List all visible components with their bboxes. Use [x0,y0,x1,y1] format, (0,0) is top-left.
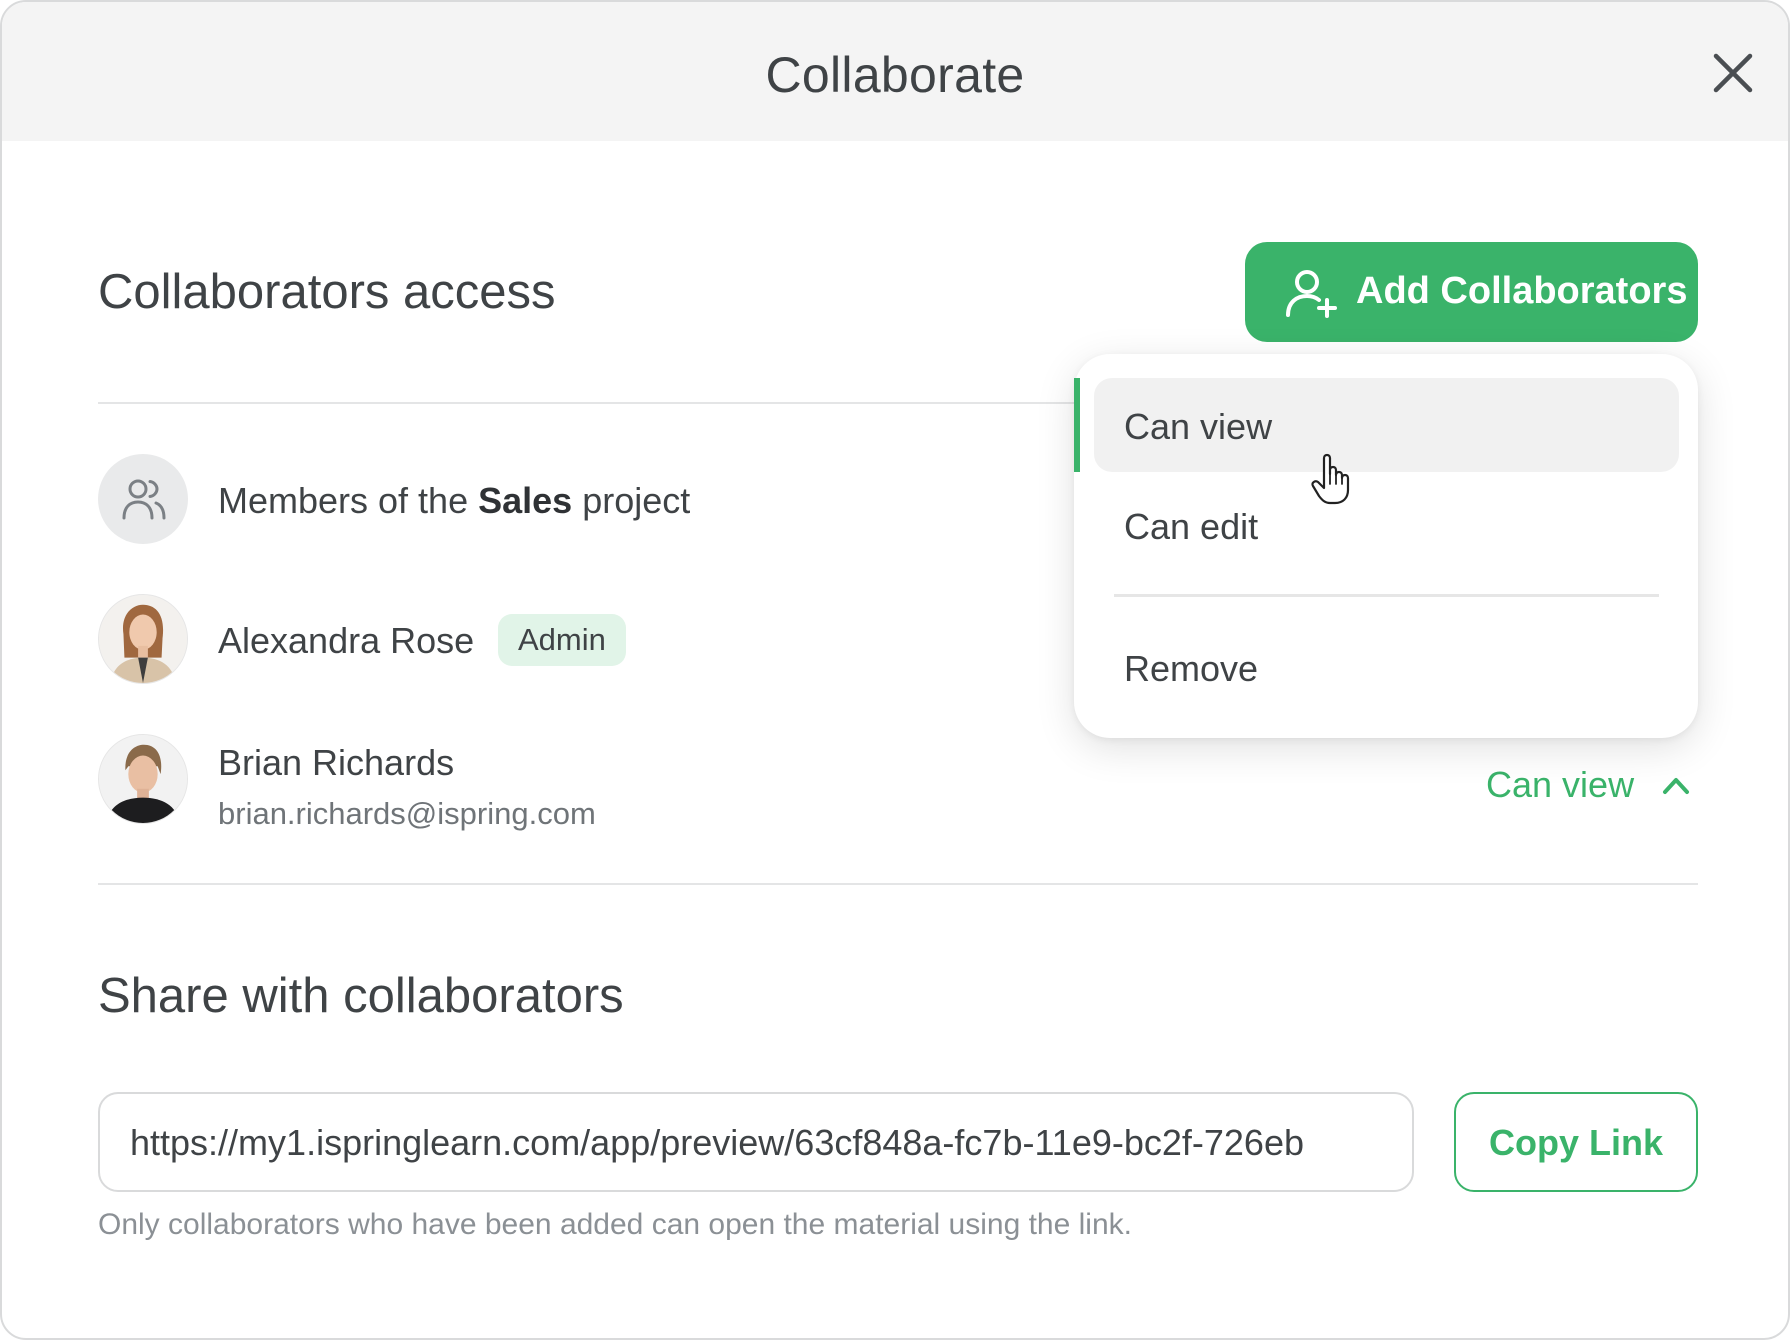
admin-badge: Admin [498,614,626,666]
menu-divider [1114,594,1659,597]
add-user-icon [1286,270,1337,318]
menu-item-label: Can edit [1124,506,1259,547]
role-dropdown-menu: Can view Can edit Remove [1074,354,1698,738]
avatar [98,594,188,684]
close-button[interactable] [1710,50,1756,96]
divider [98,883,1698,885]
copy-link-button[interactable]: Copy Link [1454,1092,1698,1192]
group-label-suffix: project [572,480,691,521]
hand-pointer-cursor-icon [1311,453,1350,505]
share-link-field[interactable]: https://my1.ispringlearn.com/app/preview… [98,1092,1414,1192]
collaborator-name: Alexandra Rose [218,620,475,661]
avatar-photo-icon [99,735,187,823]
group-project-name: Sales [478,480,573,521]
avatar [98,734,188,824]
dialog-header: Collaborate [2,2,1788,141]
chevron-up-icon[interactable] [1661,774,1691,796]
menu-item-label: Can view [1124,406,1273,447]
group-avatar [98,454,188,544]
share-link-value: https://my1.ispringlearn.com/app/preview… [130,1122,1304,1163]
selected-indicator [1074,378,1080,472]
share-hint: Only collaborators who have been added c… [98,1208,1132,1241]
menu-item-can-view[interactable]: Can view [1094,378,1679,472]
copy-link-label: Copy Link [1488,1122,1663,1163]
share-section-title: Share with collaborators [98,969,624,1023]
users-icon [122,479,166,520]
collaborators-access-title: Collaborators access [98,265,556,319]
group-label-prefix: Members of the [218,480,479,521]
add-collaborators-label: Add Collaborators [1356,270,1688,312]
collaborator-name: Brian Richards [218,742,455,783]
menu-item-can-edit[interactable]: Can edit [1094,478,1679,572]
collaborator-email: brian.richards@ispring.com [218,796,596,831]
menu-item-label: Remove [1124,648,1259,689]
add-collaborators-button[interactable]: Add Collaborators [1245,242,1698,342]
role-select[interactable]: Can view [1486,764,1634,806]
avatar-photo-icon [99,595,187,683]
menu-item-remove[interactable]: Remove [1094,620,1679,714]
close-icon [1713,53,1753,93]
dialog-title: Collaborate [765,47,1025,103]
collaborate-dialog: Collaborate Collaborators access Add Col… [0,0,1790,1340]
group-label: Members of the Sales project [218,480,690,522]
